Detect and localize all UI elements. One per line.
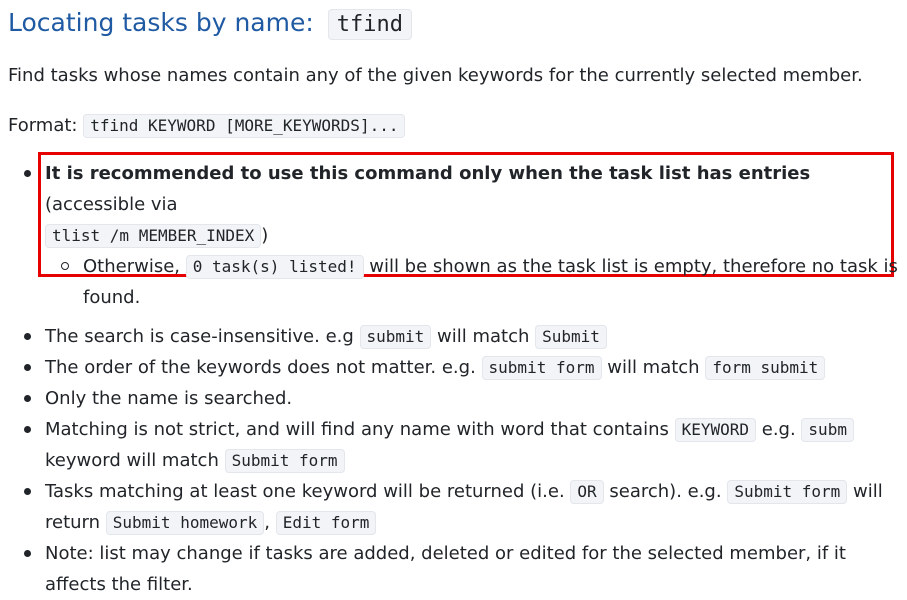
order-code-2: form submit: [705, 356, 826, 380]
heading-text: Locating tasks by name:: [8, 8, 322, 37]
or-code-1: OR: [570, 480, 604, 504]
case-code-1: submit: [359, 325, 432, 349]
list-item-note: Note: list may change if tasks are added…: [8, 538, 898, 600]
case-code-2: Submit: [535, 325, 607, 349]
or-code-2: Submit form: [727, 480, 848, 504]
strict-code-1: KEYWORD: [674, 418, 757, 442]
recommendation-rest: (accessible via: [45, 194, 178, 215]
otherwise-pre: Otherwise,: [83, 256, 186, 277]
order-mid: will match: [601, 357, 706, 378]
case-mid: will match: [431, 326, 536, 347]
order-code-1: submit form: [481, 356, 602, 380]
notes-list: It is recommended to use this command on…: [8, 152, 898, 600]
case-pre: The search is case-insensitive. e.g: [45, 326, 360, 347]
or-sep: ,: [264, 512, 276, 533]
list-item-recommendation: It is recommended to use this command on…: [8, 152, 898, 321]
order-pre: The order of the keywords does not matte…: [45, 357, 482, 378]
or-code-3: Submit homework: [105, 511, 265, 535]
format-label: Format:: [8, 115, 84, 136]
or-mid: search). e.g.: [603, 481, 728, 502]
list-item-case: The search is case-insensitive. e.g subm…: [8, 321, 898, 352]
list-item-order: The order of the keywords does not matte…: [8, 352, 898, 383]
list-item-or-search: Tasks matching at least one keyword will…: [8, 476, 898, 538]
intro-paragraph: Find tasks whose names contain any of th…: [8, 65, 863, 86]
list-item-strict: Matching is not strict, and will find an…: [8, 414, 898, 476]
strict-mid2: keyword will match: [45, 450, 225, 471]
recommendation-sublist: Otherwise, 0 task(s) listed! will be sho…: [45, 251, 898, 313]
strict-code-2: subm: [801, 418, 854, 442]
recommendation-close: ): [261, 225, 269, 246]
list-item-name-only: Only the name is searched.: [8, 383, 898, 414]
format-paragraph: Format: tfind KEYWORD [MORE_KEYWORDS]...: [8, 112, 406, 140]
section-heading: Locating tasks by name: tfind: [8, 6, 412, 42]
recommendation-bold: It is recommended to use this command on…: [45, 163, 811, 184]
or-pre: Tasks matching at least one keyword will…: [45, 481, 571, 502]
strict-code-3: Submit form: [224, 449, 345, 473]
sub-item-otherwise: Otherwise, 0 task(s) listed! will be sho…: [45, 251, 898, 313]
empty-list-code: 0 task(s) listed!: [185, 255, 364, 279]
tlist-code: tlist /m MEMBER_INDEX: [45, 224, 262, 248]
strict-mid: e.g.: [756, 419, 802, 440]
format-syntax-code: tfind KEYWORD [MORE_KEYWORDS]...: [83, 114, 406, 138]
or-code-4: Edit form: [275, 511, 377, 535]
strict-pre: Matching is not strict, and will find an…: [45, 419, 675, 440]
heading-command-code: tfind: [327, 9, 412, 40]
